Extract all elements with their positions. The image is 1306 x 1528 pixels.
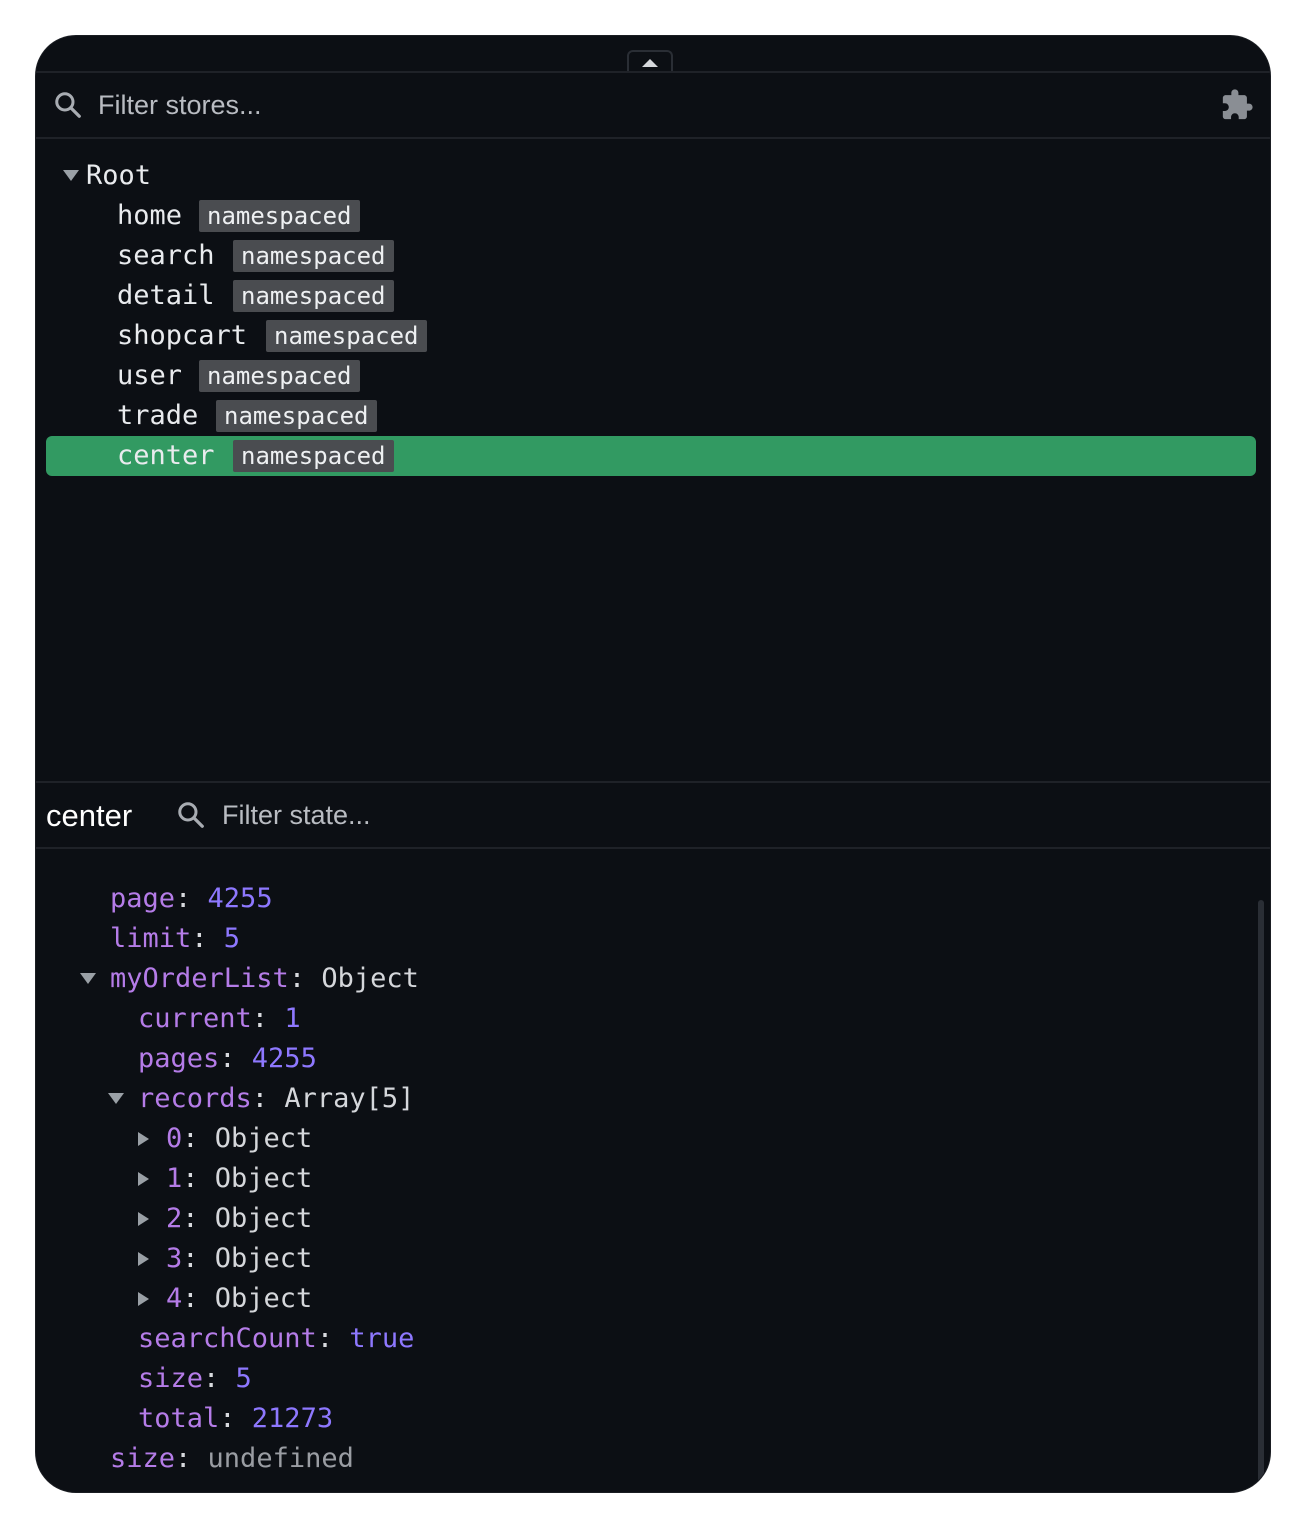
tree-root[interactable]: Root: [46, 156, 1256, 196]
tree-root-label: Root: [86, 160, 152, 191]
divider: [36, 137, 1270, 139]
caret-right-icon[interactable]: [138, 1132, 149, 1146]
selected-module-title: center: [46, 798, 133, 833]
state-row[interactable]: 1: Object: [166, 1159, 312, 1199]
caret-right-icon[interactable]: [138, 1212, 149, 1226]
state-row[interactable]: searchCount: true: [138, 1319, 414, 1359]
caret-down-icon[interactable]: [80, 973, 96, 984]
search-icon: [55, 92, 81, 118]
tree-item-center[interactable]: center namespaced: [46, 436, 1256, 476]
tree-item-detail[interactable]: detail namespaced: [46, 276, 1256, 316]
caret-right-icon[interactable]: [138, 1292, 149, 1306]
divider: [36, 847, 1270, 849]
namespaced-badge: namespaced: [233, 240, 394, 272]
namespaced-badge: namespaced: [199, 360, 360, 392]
state-row[interactable]: size: undefined: [110, 1439, 354, 1479]
namespaced-badge: namespaced: [233, 440, 394, 472]
module-name: user: [117, 360, 183, 391]
tree-item-shopcart[interactable]: shopcart namespaced: [46, 316, 1256, 356]
tree-item-user[interactable]: user namespaced: [46, 356, 1256, 396]
module-name: shopcart: [117, 320, 248, 351]
state-row[interactable]: 0: Object: [166, 1119, 312, 1159]
state-filter-input[interactable]: Filter state...: [222, 800, 371, 831]
tree-item-trade[interactable]: trade namespaced: [46, 396, 1256, 436]
caret-right-icon[interactable]: [138, 1252, 149, 1266]
state-row[interactable]: myOrderList: Object: [110, 959, 419, 999]
module-name: search: [117, 240, 215, 271]
caret-down-icon: [63, 170, 79, 181]
namespaced-badge: namespaced: [266, 320, 427, 352]
state-row[interactable]: limit: 5: [110, 919, 240, 959]
caret-right-icon[interactable]: [138, 1172, 149, 1186]
caret-down-icon[interactable]: [108, 1093, 124, 1104]
divider: [36, 71, 1270, 73]
collapse-toggle[interactable]: [627, 50, 673, 72]
module-name: home: [117, 200, 183, 231]
module-name: center: [117, 440, 215, 471]
state-row[interactable]: 2: Object: [166, 1199, 312, 1239]
chevron-up-icon: [642, 59, 658, 67]
scrollbar[interactable]: [1258, 900, 1264, 1490]
state-row[interactable]: page: 4255: [110, 879, 273, 919]
store-filter-input[interactable]: Filter stores...: [98, 90, 262, 121]
state-row[interactable]: total: 21273: [138, 1399, 333, 1439]
state-row[interactable]: size: 5: [138, 1359, 252, 1399]
state-inspector: page: 4255 limit: 5 myOrderList: Object …: [36, 879, 1270, 1479]
module-name: detail: [117, 280, 215, 311]
state-row[interactable]: current: 1: [138, 999, 301, 1039]
namespaced-badge: namespaced: [199, 200, 360, 232]
tree-item-home[interactable]: home namespaced: [46, 196, 1256, 236]
namespaced-badge: namespaced: [233, 280, 394, 312]
puzzle-icon[interactable]: [1220, 88, 1254, 122]
state-row[interactable]: 3: Object: [166, 1239, 312, 1279]
state-row[interactable]: records: Array[5]: [138, 1079, 414, 1119]
module-name: trade: [117, 400, 199, 431]
state-row[interactable]: 4: Object: [166, 1279, 312, 1319]
divider: [36, 781, 1270, 783]
state-row[interactable]: pages: 4255: [138, 1039, 317, 1079]
tree-item-search[interactable]: search namespaced: [46, 236, 1256, 276]
search-icon: [178, 802, 204, 828]
devtools-panel: Filter stores... Root home namespaced se…: [36, 36, 1270, 1492]
namespaced-badge: namespaced: [216, 400, 377, 432]
